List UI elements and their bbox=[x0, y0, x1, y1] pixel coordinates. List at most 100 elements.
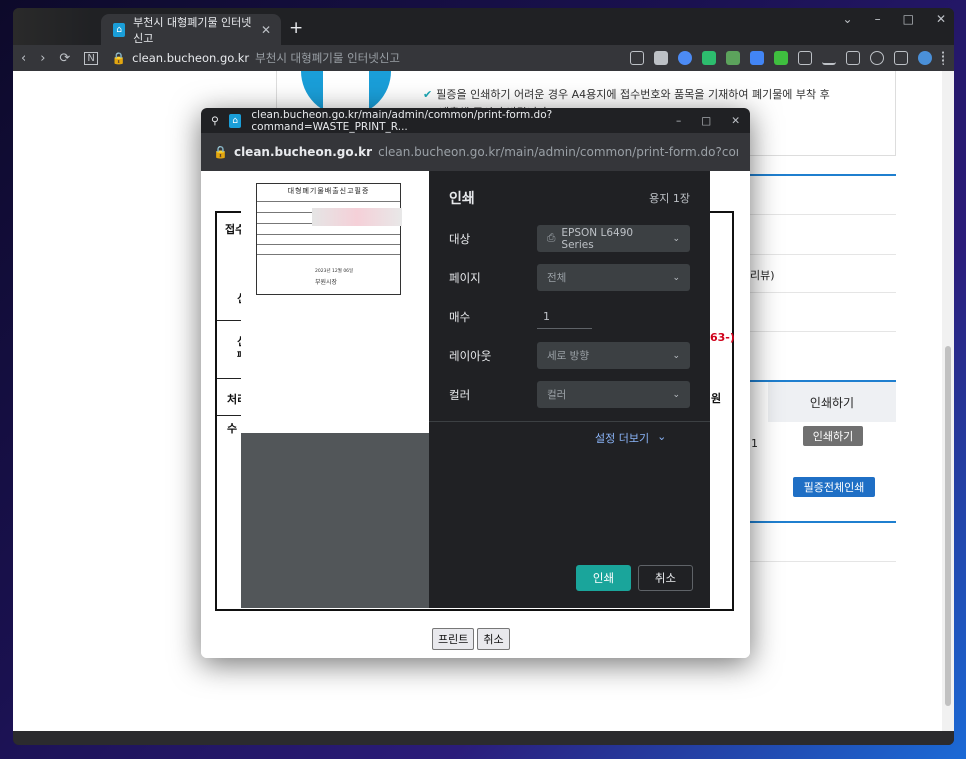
tab-search-icon[interactable]: ⌄ bbox=[843, 12, 853, 26]
extension-green-icon[interactable] bbox=[774, 51, 788, 65]
table-row bbox=[748, 254, 896, 255]
popup-title: clean.bucheon.go.kr/main/admin/common/pr… bbox=[251, 108, 553, 133]
layout-row: 레이아웃 세로 방향 ⌄ bbox=[449, 342, 690, 369]
print-preview-pane: 대형폐기물배출신고필증 2023년 12월 06일 부원시장 bbox=[241, 171, 429, 608]
popup-maximize-icon[interactable]: □ bbox=[701, 115, 711, 127]
copies-input[interactable]: 1 bbox=[537, 305, 592, 329]
url-page-title: 부천시 대형폐기물 인터넷신고 bbox=[255, 51, 401, 65]
popup-url-host: clean.bucheon.go.kr bbox=[233, 145, 373, 159]
print-form-popup-window: ⚲ ⌂ clean.bucheon.go.kr/main/admin/commo… bbox=[201, 108, 750, 658]
print-all-button[interactable]: 필증전체인쇄 bbox=[793, 477, 875, 497]
printer-icon: ⎙ bbox=[547, 232, 556, 244]
popup-titlebar: ⚲ ⌂ clean.bucheon.go.kr/main/admin/commo… bbox=[201, 108, 750, 133]
preview-redacted-area bbox=[312, 208, 402, 226]
new-tab-button[interactable]: + bbox=[289, 18, 303, 38]
preview-row bbox=[257, 201, 400, 202]
side-panel-icon[interactable] bbox=[894, 51, 908, 65]
print-settings-panel: 인쇄 용지 1장 대상 ⎙ EPSON L6490 Series ⌄ 페이지 전… bbox=[429, 171, 710, 608]
destination-select[interactable]: ⎙ EPSON L6490 Series ⌄ bbox=[537, 225, 690, 252]
popup-favicon-icon: ⌂ bbox=[228, 113, 242, 128]
notice-line-1: 필증을 인쇄하기 어려운 경우 A4용지에 접수번호와 품목을 기재하여 폐기물… bbox=[436, 88, 830, 101]
popup-lock-icon: 🔒 bbox=[213, 145, 228, 159]
scrollbar-thumb[interactable] bbox=[945, 346, 951, 706]
pages-row: 페이지 전체 ⌄ bbox=[449, 264, 690, 291]
tab-title: 부천시 대형폐기물 인터넷신고 bbox=[133, 15, 252, 45]
back-icon[interactable]: ‹ bbox=[21, 51, 26, 66]
table-row bbox=[748, 561, 896, 562]
window-controls: ⌄ – □ ✕ bbox=[843, 12, 946, 26]
extension-shield-icon[interactable] bbox=[702, 51, 716, 65]
color-row: 컬러 컬러 ⌄ bbox=[449, 381, 690, 408]
review-fragment: 리뷰) bbox=[750, 269, 775, 282]
check-icon: ✔ bbox=[423, 88, 433, 101]
popup-url-path: clean.bucheon.go.kr/main/admin/common/pr… bbox=[378, 145, 738, 159]
browser-bottom-bar bbox=[13, 731, 954, 745]
popup-form-buttons: 프린트 취소 bbox=[432, 628, 510, 650]
preview-row bbox=[257, 254, 400, 255]
color-value: 컬러 bbox=[547, 389, 567, 401]
tabstrip-decoration bbox=[13, 8, 93, 45]
form-amount-suffix: 63-) bbox=[710, 331, 735, 344]
color-label: 컬러 bbox=[449, 387, 471, 402]
close-icon[interactable]: ✕ bbox=[936, 12, 946, 26]
minimize-icon[interactable]: – bbox=[875, 12, 881, 26]
table-row bbox=[748, 214, 896, 215]
preview-row bbox=[257, 244, 400, 245]
chevron-down-icon: ⌄ bbox=[672, 389, 680, 400]
table-bottom-border bbox=[743, 521, 896, 523]
pages-select[interactable]: 전체 ⌄ bbox=[537, 264, 690, 291]
site-info-icon[interactable]: N bbox=[84, 51, 98, 65]
destination-label: 대상 bbox=[449, 231, 471, 246]
tab-strip: ⌂ 부천시 대형폐기물 인터넷신고 ✕ + ⌄ – □ ✕ bbox=[13, 8, 954, 45]
destination-value: EPSON L6490 Series bbox=[561, 226, 634, 251]
pages-label: 페이지 bbox=[449, 270, 481, 285]
screenshot-icon[interactable] bbox=[870, 51, 884, 65]
layout-select[interactable]: 세로 방향 ⌄ bbox=[537, 342, 690, 369]
extension-image-icon[interactable] bbox=[726, 51, 740, 65]
extensions-puzzle-icon[interactable] bbox=[798, 51, 812, 65]
profile-avatar-icon[interactable] bbox=[918, 51, 932, 65]
extension-check-icon[interactable] bbox=[678, 51, 692, 65]
preview-sheet: 대형폐기물배출신고필증 2023년 12월 06일 부원시장 bbox=[241, 171, 429, 433]
tab-active[interactable]: ⌂ 부천시 대형폐기물 인터넷신고 ✕ bbox=[101, 14, 281, 45]
pin-icon[interactable]: ⚲ bbox=[211, 115, 219, 127]
page-scrollbar[interactable] bbox=[942, 71, 954, 731]
more-settings-link[interactable]: 설정 더보기 ⌄ bbox=[595, 430, 666, 446]
extension-translate-icon[interactable] bbox=[750, 51, 764, 65]
popup-minimize-icon[interactable]: – bbox=[676, 115, 681, 127]
form-won: 원 bbox=[711, 392, 722, 405]
form-cancel-button[interactable]: 취소 bbox=[477, 628, 510, 650]
print-button[interactable]: 인쇄 bbox=[576, 565, 631, 591]
print-dialog-title: 인쇄 bbox=[449, 191, 475, 207]
popup-close-icon[interactable]: ✕ bbox=[731, 115, 740, 127]
chevron-down-icon: ⌄ bbox=[672, 272, 680, 283]
print-row-button[interactable]: 인쇄하기 bbox=[803, 426, 863, 446]
print-page-count: 용지 1장 bbox=[649, 192, 690, 205]
cancel-button[interactable]: 취소 bbox=[638, 565, 693, 591]
layout-label: 레이아웃 bbox=[449, 348, 492, 363]
copies-row: 매수 1 bbox=[449, 303, 690, 330]
color-select[interactable]: 컬러 ⌄ bbox=[537, 381, 690, 408]
menu-icon[interactable] bbox=[942, 51, 946, 65]
layout-value: 세로 방향 bbox=[547, 350, 589, 362]
share-icon[interactable] bbox=[630, 51, 644, 65]
forward-icon[interactable]: › bbox=[40, 51, 45, 66]
bookmark-star-icon[interactable] bbox=[654, 51, 668, 65]
preview-title: 대형폐기물배출신고필증 bbox=[287, 187, 370, 195]
chevron-down-icon: ⌄ bbox=[672, 350, 680, 361]
address-bar[interactable]: 🔒 clean.bucheon.go.kr 부천시 대형폐기물 인터넷신고 bbox=[112, 50, 616, 66]
form-print-button[interactable]: 프린트 bbox=[432, 628, 475, 650]
copies-label: 매수 bbox=[449, 309, 471, 324]
reload-icon[interactable]: ⟳ bbox=[59, 51, 70, 66]
tab-close-icon[interactable]: ✕ bbox=[261, 23, 271, 37]
browser-toolbar: ‹ › ⟳ N 🔒 clean.bucheon.go.kr 부천시 대형폐기물 … bbox=[13, 45, 954, 71]
cast-icon[interactable] bbox=[846, 51, 860, 65]
url-host: clean.bucheon.go.kr bbox=[132, 51, 250, 65]
preview-row bbox=[257, 234, 400, 235]
download-icon[interactable] bbox=[822, 51, 836, 65]
maximize-icon[interactable]: □ bbox=[903, 12, 914, 26]
form-label-collect: 수 bbox=[227, 422, 238, 435]
popup-address-bar: 🔒 clean.bucheon.go.kr clean.bucheon.go.k… bbox=[201, 133, 750, 171]
destination-row: 대상 ⎙ EPSON L6490 Series ⌄ bbox=[449, 225, 690, 252]
table-row bbox=[748, 331, 896, 332]
